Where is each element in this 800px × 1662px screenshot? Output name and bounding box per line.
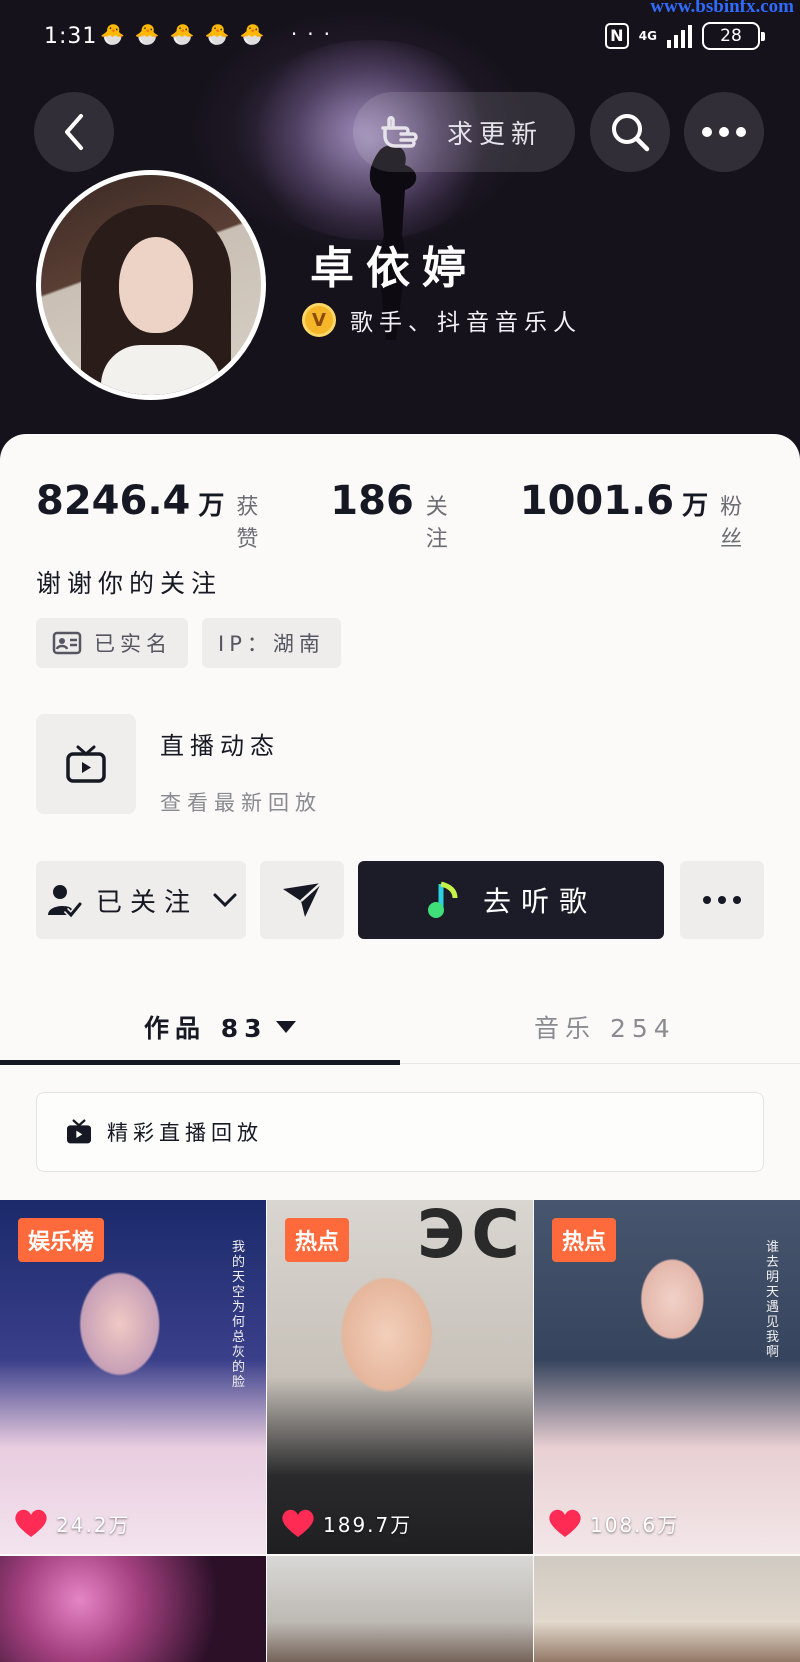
ip-tag: IP：湖南 xyxy=(202,618,341,668)
followed-button[interactable]: 已关注 xyxy=(36,861,246,939)
profile-tags: 已实名 IP：湖南 xyxy=(36,618,341,668)
back-button[interactable] xyxy=(34,92,114,172)
video-caption: 谁去明天 遇见我啊 xyxy=(766,1240,780,1360)
more-options-button[interactable] xyxy=(684,92,764,172)
tab-music[interactable]: 音乐 254 xyxy=(534,990,676,1064)
video-likes: 189.7万 xyxy=(281,1508,412,1538)
tv-icon xyxy=(66,745,106,783)
live-replay-banner[interactable]: 精彩直播回放 xyxy=(36,1092,764,1172)
nfc-icon: N xyxy=(604,23,629,49)
stat-followers[interactable]: 1001.6 万 粉丝 xyxy=(520,478,776,553)
video-grid: 娱乐榜 我的天空为何总灰的脸 24.2万 ЭC 热点 189.7万 热点 谁去明… xyxy=(0,1200,800,1662)
active-tab-indicator xyxy=(0,1060,400,1065)
tab-works[interactable]: 作品 83 xyxy=(144,990,298,1064)
video-tile[interactable] xyxy=(0,1556,266,1662)
watermark: www.bsbinfx.com xyxy=(650,0,794,17)
status-right: N 4G 28 xyxy=(604,22,765,50)
live-activity-card[interactable]: 直播动态 查看最新回放 xyxy=(36,714,322,817)
profile-signature: 谢谢你的关注 xyxy=(36,569,223,598)
request-update-button[interactable]: 求更新 xyxy=(353,92,575,172)
avatar[interactable] xyxy=(36,170,266,400)
verified-badge-icon: V xyxy=(302,303,336,337)
status-notification-icons: 🐣🐣🐣🐣🐣 ··· xyxy=(100,22,340,46)
video-tile[interactable]: ЭC 热点 189.7万 xyxy=(267,1200,533,1554)
search-button[interactable] xyxy=(590,92,670,172)
chevron-down-icon xyxy=(213,893,237,908)
signal-icon xyxy=(667,24,692,48)
live-icon-box xyxy=(36,714,136,814)
stat-following[interactable]: 186 关注 xyxy=(330,478,481,553)
search-icon xyxy=(612,114,650,152)
stat-likes[interactable]: 8246.4 万 获赞 xyxy=(36,478,292,553)
heart-icon xyxy=(549,1509,581,1537)
video-likes: 24.2万 xyxy=(14,1508,131,1538)
pointing-hand-icon xyxy=(381,116,418,148)
tv-icon xyxy=(67,1119,91,1144)
listen-music-button[interactable]: 去听歌 xyxy=(358,861,664,939)
stats-row: 8246.4 万 获赞 186 关注 1001.6 万 粉丝 xyxy=(36,478,776,553)
profile-name: 卓依婷 xyxy=(310,243,478,294)
video-caption: 我的天空为何总灰的脸 xyxy=(232,1240,246,1390)
status-time: 1:31 xyxy=(44,24,98,49)
verification-row: V 歌手、抖音音乐人 xyxy=(302,303,582,337)
video-tile[interactable] xyxy=(267,1556,533,1662)
user-check-icon xyxy=(48,885,82,918)
video-tile[interactable]: 娱乐榜 我的天空为何总灰的脸 24.2万 xyxy=(0,1200,266,1554)
chevron-left-icon xyxy=(65,114,83,150)
ellipsis-icon xyxy=(702,127,746,137)
video-badge: 热点 xyxy=(552,1218,617,1262)
request-update-label: 求更新 xyxy=(447,119,544,150)
caret-down-icon xyxy=(275,1021,296,1033)
live-title: 直播动态 xyxy=(160,732,280,760)
battery-icon: 28 xyxy=(702,22,765,50)
video-tile[interactable]: 热点 谁去明天 遇见我啊 108.6万 xyxy=(534,1200,800,1554)
heart-icon xyxy=(282,1509,314,1537)
more-actions-button[interactable] xyxy=(680,861,764,939)
realname-tag: 已实名 xyxy=(36,618,188,668)
id-card-icon xyxy=(52,631,82,655)
ellipsis-icon xyxy=(703,896,741,904)
video-likes: 108.6万 xyxy=(548,1508,679,1538)
verification-text: 歌手、抖音音乐人 xyxy=(350,310,582,336)
video-badge: 热点 xyxy=(285,1218,350,1262)
heart-icon xyxy=(15,1509,47,1537)
send-icon xyxy=(283,882,322,917)
content-tabs: 作品 83 音乐 254 xyxy=(0,990,800,1065)
live-subtitle: 查看最新回放 xyxy=(160,791,322,815)
share-button[interactable] xyxy=(260,861,344,939)
video-badge: 娱乐榜 xyxy=(18,1218,105,1262)
status-bar: 1:31 🐣🐣🐣🐣🐣 ··· N 4G 28 www.bsbinfx.com xyxy=(0,0,800,70)
action-buttons: 已关注 去听歌 xyxy=(36,861,764,939)
network-label: 4G xyxy=(638,29,657,43)
video-tile[interactable] xyxy=(534,1556,800,1662)
music-note-icon xyxy=(427,881,458,918)
